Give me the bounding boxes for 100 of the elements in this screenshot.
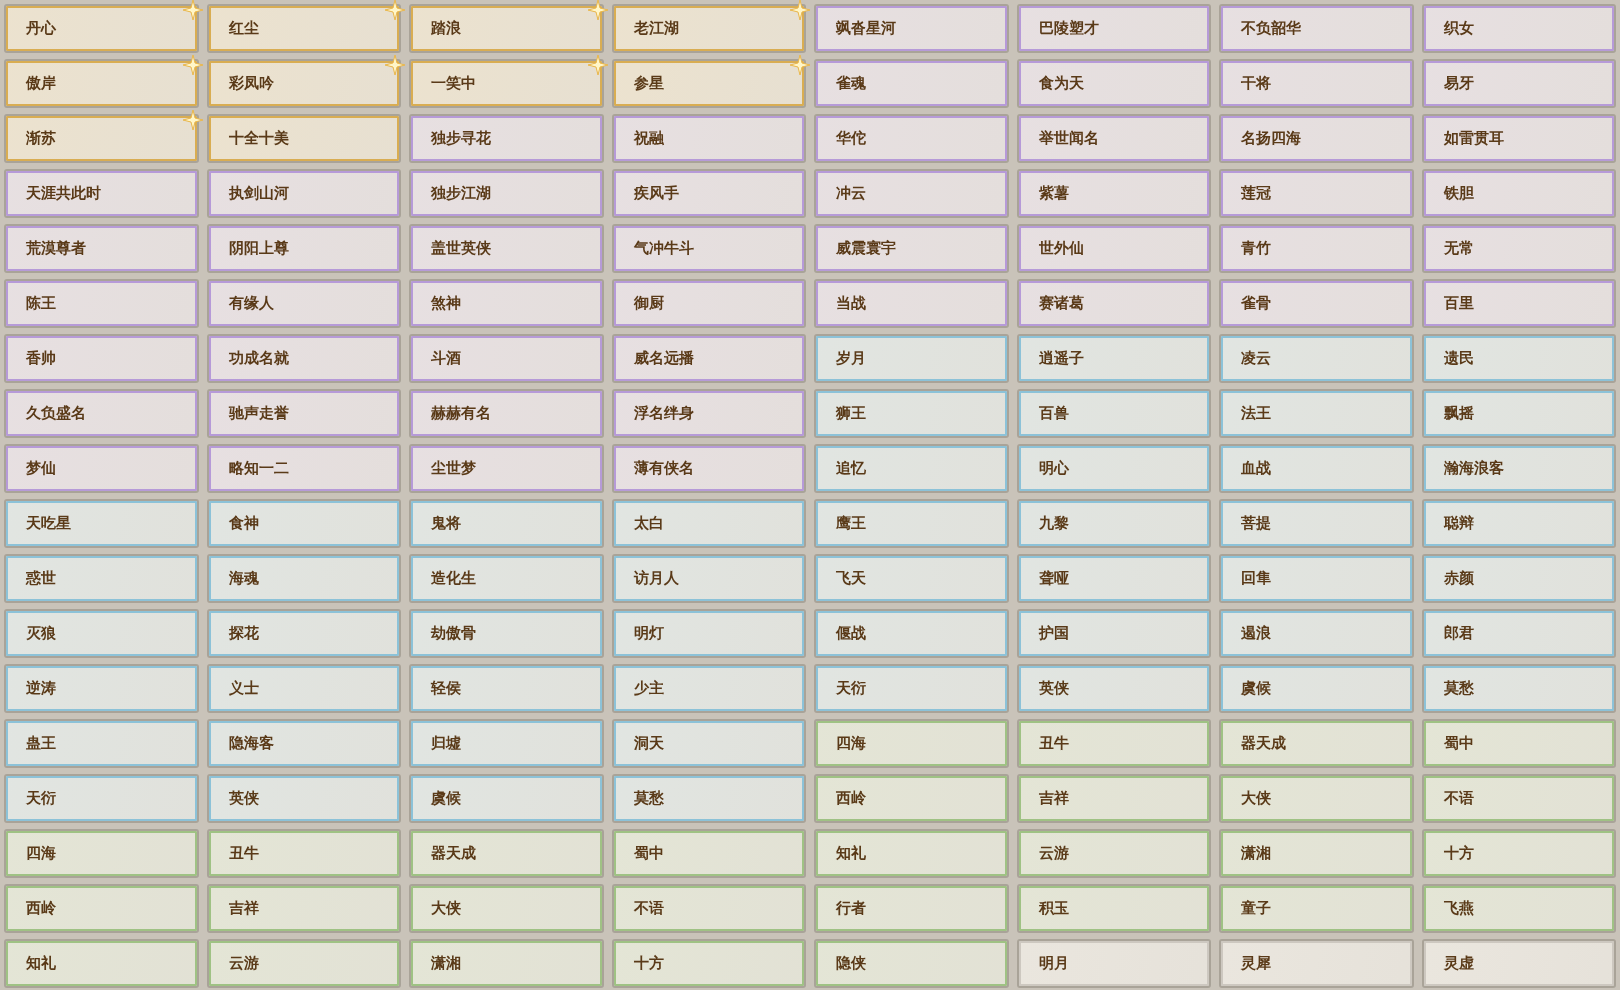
title-button[interactable]: 凌云	[1219, 334, 1414, 383]
title-button[interactable]: 蛊王	[4, 719, 199, 768]
title-button[interactable]: 食为天	[1016, 59, 1211, 108]
title-button[interactable]: 独步寻花	[409, 114, 604, 163]
title-button[interactable]: 血战	[1219, 444, 1414, 493]
title-button[interactable]: 飘摇	[1421, 389, 1616, 438]
title-button[interactable]: 吉祥	[1016, 774, 1211, 823]
title-button[interactable]: 灵犀	[1219, 939, 1414, 988]
title-button[interactable]: 御厨	[611, 279, 806, 328]
title-button[interactable]: 回隼	[1219, 554, 1414, 603]
title-button[interactable]: 灭狼	[4, 609, 199, 658]
title-button[interactable]: 追忆	[814, 444, 1009, 493]
title-button[interactable]: 少主	[611, 664, 806, 713]
title-button[interactable]: 不语	[611, 884, 806, 933]
title-button[interactable]: 久负盛名	[4, 389, 199, 438]
title-button[interactable]: 十全十美	[206, 114, 401, 163]
title-button[interactable]: 遗民	[1421, 334, 1616, 383]
title-button[interactable]: 四海	[4, 829, 199, 878]
title-button[interactable]: 世外仙	[1016, 224, 1211, 273]
title-button[interactable]: 雀魂	[814, 59, 1009, 108]
title-button[interactable]: 灵虚	[1421, 939, 1616, 988]
title-button[interactable]: 造化生	[409, 554, 604, 603]
title-button[interactable]: 飞燕	[1421, 884, 1616, 933]
title-button[interactable]: 瀚海浪客	[1421, 444, 1616, 493]
title-button[interactable]: 十方	[1421, 829, 1616, 878]
title-button[interactable]: 积玉	[1016, 884, 1211, 933]
title-button[interactable]: 食神	[206, 499, 401, 548]
title-button[interactable]: 行者	[814, 884, 1009, 933]
title-button[interactable]: 煞神	[409, 279, 604, 328]
title-button[interactable]: 浮名绊身	[611, 389, 806, 438]
title-button[interactable]: 天衍	[814, 664, 1009, 713]
title-button[interactable]: 如雷贯耳	[1421, 114, 1616, 163]
title-button[interactable]: 劫傲骨	[409, 609, 604, 658]
title-button[interactable]: 铁胆	[1421, 169, 1616, 218]
title-button[interactable]: 洞天	[611, 719, 806, 768]
title-button[interactable]: 雀骨	[1219, 279, 1414, 328]
title-button[interactable]: 尘世梦	[409, 444, 604, 493]
title-button[interactable]: 梦仙	[4, 444, 199, 493]
title-button[interactable]: 莲冠	[1219, 169, 1414, 218]
title-button[interactable]: 荒漠尊者	[4, 224, 199, 273]
title-button[interactable]: 不负韶华	[1219, 4, 1414, 53]
title-button[interactable]: 天涯共此时	[4, 169, 199, 218]
title-button[interactable]: 丑牛	[1016, 719, 1211, 768]
title-button[interactable]: 明灯	[611, 609, 806, 658]
title-button[interactable]: 飞天	[814, 554, 1009, 603]
title-button[interactable]: 鹰王	[814, 499, 1009, 548]
title-button[interactable]: 义士	[206, 664, 401, 713]
title-button[interactable]: 西岭	[814, 774, 1009, 823]
title-button[interactable]: 大侠	[409, 884, 604, 933]
title-button[interactable]: 云游	[206, 939, 401, 988]
title-button[interactable]: 英侠	[1016, 664, 1211, 713]
title-button[interactable]: 知礼	[4, 939, 199, 988]
title-button[interactable]: 紫薯	[1016, 169, 1211, 218]
title-button[interactable]: 当战	[814, 279, 1009, 328]
title-button[interactable]: 驰声走誉	[206, 389, 401, 438]
title-button[interactable]: 祝融	[611, 114, 806, 163]
title-button[interactable]: 巴陵塑才	[1016, 4, 1211, 53]
title-button[interactable]: 隐侠	[814, 939, 1009, 988]
title-button[interactable]: 逍遥子	[1016, 334, 1211, 383]
title-button[interactable]: 略知一二	[206, 444, 401, 493]
title-button[interactable]: 莫愁	[611, 774, 806, 823]
title-button[interactable]: 独步江湖	[409, 169, 604, 218]
title-button[interactable]: 阴阳上尊	[206, 224, 401, 273]
title-button[interactable]: 隐海客	[206, 719, 401, 768]
title-button[interactable]: 鬼将	[409, 499, 604, 548]
title-button[interactable]: 轻侯	[409, 664, 604, 713]
title-button[interactable]: 英侠	[206, 774, 401, 823]
title-button[interactable]: 青竹	[1219, 224, 1414, 273]
title-button[interactable]: 疾风手	[611, 169, 806, 218]
title-button[interactable]: 岁月	[814, 334, 1009, 383]
title-button[interactable]: 聪辩	[1421, 499, 1616, 548]
title-button[interactable]: 莫愁	[1421, 664, 1616, 713]
title-button[interactable]: 遏浪	[1219, 609, 1414, 658]
title-button[interactable]: 护国	[1016, 609, 1211, 658]
title-button[interactable]: 大侠	[1219, 774, 1414, 823]
title-button[interactable]: 陈王	[4, 279, 199, 328]
title-button[interactable]: 探花	[206, 609, 401, 658]
title-button[interactable]: 百兽	[1016, 389, 1211, 438]
title-button[interactable]: 吉祥	[206, 884, 401, 933]
title-button[interactable]: 不语	[1421, 774, 1616, 823]
title-button[interactable]: 逆涛	[4, 664, 199, 713]
title-button[interactable]: 织女	[1421, 4, 1616, 53]
title-button[interactable]: 十方	[611, 939, 806, 988]
title-button[interactable]: 威震寰宇	[814, 224, 1009, 273]
title-button[interactable]: 太白	[611, 499, 806, 548]
title-button[interactable]: 潇湘	[1219, 829, 1414, 878]
title-button[interactable]: 四海	[814, 719, 1009, 768]
title-button[interactable]: 惑世	[4, 554, 199, 603]
title-button[interactable]: 干将	[1219, 59, 1414, 108]
title-button[interactable]: 易牙	[1421, 59, 1616, 108]
title-button[interactable]: 虞候	[1219, 664, 1414, 713]
title-button[interactable]: 偃战	[814, 609, 1009, 658]
title-button[interactable]: 赤颜	[1421, 554, 1616, 603]
title-button[interactable]: 举世闻名	[1016, 114, 1211, 163]
title-button[interactable]: 聋哑	[1016, 554, 1211, 603]
title-button[interactable]: 赛诸葛	[1016, 279, 1211, 328]
title-button[interactable]: 名扬四海	[1219, 114, 1414, 163]
title-button[interactable]: 菩提	[1219, 499, 1414, 548]
title-button[interactable]: 冲云	[814, 169, 1009, 218]
title-button[interactable]: 蜀中	[1421, 719, 1616, 768]
